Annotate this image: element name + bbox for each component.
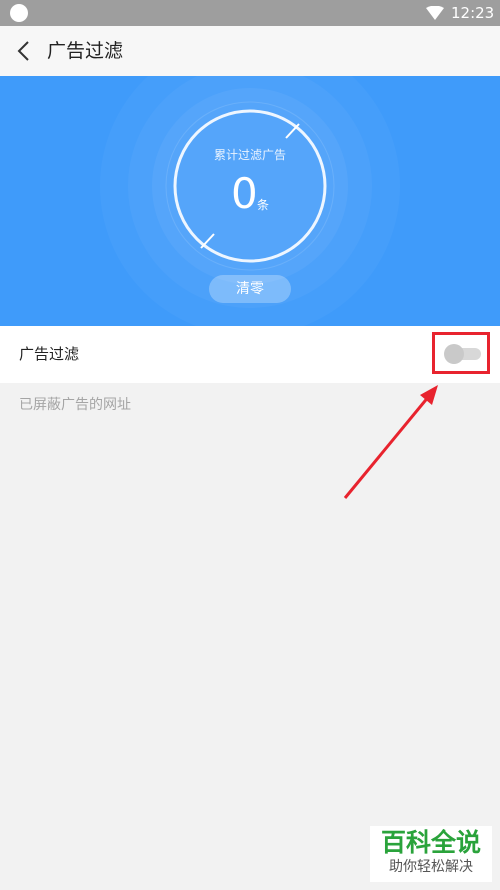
watermark-logo: 百科全说 助你轻松解决 [370,826,492,882]
watermark-title: 百科全说 [380,828,481,857]
watermark-subtitle: 助你轻松解决 [389,859,473,875]
annotation-arrow-icon [343,385,438,499]
